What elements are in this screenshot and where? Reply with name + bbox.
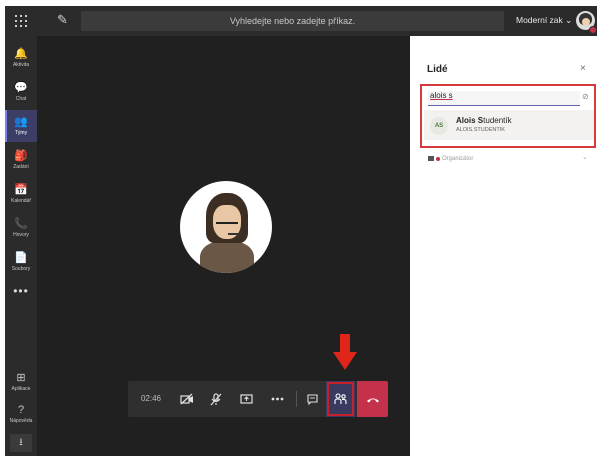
people-search-box: alois s ⊘ AS Alois Studentík ALOIS.STUDE… xyxy=(420,84,596,148)
bell-icon: 🔔 xyxy=(14,48,28,60)
mic-off-icon xyxy=(210,392,221,406)
call-timer: 02:46 xyxy=(140,394,162,403)
download-icon[interactable]: ⭳ xyxy=(10,434,32,452)
backpack-icon: 🎒 xyxy=(14,150,28,162)
suggestion-avatar: AS xyxy=(430,117,448,135)
chevron-down-icon: ⌄ xyxy=(565,15,573,25)
rail-item-teams[interactable]: 👥 Týmy xyxy=(5,110,37,142)
hang-up-icon xyxy=(366,398,379,403)
people-panel: Lidé × alois s ⊘ AS Alois Studentík ALOI… xyxy=(410,36,597,456)
call-controls-bar: 02:46 xyxy=(128,381,388,417)
suggestion-item[interactable]: AS Alois Studentík ALOIS.STUDENTIK xyxy=(424,110,594,140)
app-rail: 🔔 Aktivita 💬 Chat 👥 Týmy 🎒 Zadání 📅 Kale… xyxy=(5,36,37,456)
camera-off-icon xyxy=(179,393,193,405)
teams-window: ✎ Vyhledejte nebo zadejte příkaz. Modern… xyxy=(5,6,597,456)
teams-icon: 👥 xyxy=(14,116,28,128)
presence-dot-icon xyxy=(436,156,440,161)
suggestion-login: ALOIS.STUDENTIK xyxy=(456,127,505,133)
rail-item-assignments[interactable]: 🎒 Zadání xyxy=(5,144,37,176)
rail-item-label: Chat xyxy=(15,96,27,102)
suggestion-name: Alois Studentík xyxy=(456,116,512,125)
participant-avatar xyxy=(180,181,272,273)
calendar-icon: 📅 xyxy=(14,184,28,196)
share-screen-button[interactable] xyxy=(232,381,261,417)
more-actions-button[interactable] xyxy=(263,381,292,417)
presence-status-icon xyxy=(589,26,597,34)
panel-title: Lidé xyxy=(427,64,448,75)
rail-item-calendar[interactable]: 📅 Kalendář xyxy=(5,178,37,210)
chat-bubble-icon xyxy=(307,394,318,405)
hang-up-button[interactable] xyxy=(357,381,388,417)
rail-item-help[interactable]: ? Nápověda xyxy=(5,398,37,430)
rail-item-label: Kalendář xyxy=(10,198,31,204)
avatar xyxy=(428,156,434,161)
more-apps-button[interactable]: ••• xyxy=(5,284,37,298)
apps-grid-icon[interactable] xyxy=(15,15,27,27)
rail-item-label: Aktivita xyxy=(12,62,30,68)
share-invite-icon[interactable]: ⊘ xyxy=(582,92,589,101)
rail-item-label: Soubory xyxy=(11,266,31,272)
conversation-button[interactable] xyxy=(298,381,327,417)
rail-item-chat[interactable]: 💬 Chat xyxy=(5,76,37,108)
mute-button[interactable] xyxy=(201,381,230,417)
phone-icon: 📞 xyxy=(14,218,28,230)
people-icon xyxy=(334,393,347,405)
rail-item-activity[interactable]: 🔔 Aktivita xyxy=(5,42,37,74)
apps-icon: ⊞ xyxy=(16,372,26,384)
rail-item-label: Zadání xyxy=(13,164,29,170)
call-stage: 02:46 xyxy=(37,36,410,456)
org-name: Moderní zak xyxy=(516,15,563,25)
rail-item-label: Týmy xyxy=(14,130,28,136)
top-bar: ✎ Vyhledejte nebo zadejte příkaz. Modern… xyxy=(5,6,597,36)
help-icon: ? xyxy=(17,404,25,416)
command-search-box[interactable]: Vyhledejte nebo zadejte příkaz. xyxy=(81,11,504,31)
more-dots-icon xyxy=(271,397,284,401)
rail-item-apps[interactable]: ⊞ Aplikace xyxy=(5,366,37,398)
rail-item-calls[interactable]: 📞 Hovory xyxy=(5,212,37,244)
rail-item-label: Nápověda xyxy=(9,418,33,424)
camera-off-button[interactable] xyxy=(172,381,201,417)
screenshot-frame: ✎ Vyhledejte nebo zadejte příkaz. Modern… xyxy=(0,0,597,456)
chevron-down-icon[interactable]: ⌄ xyxy=(582,153,588,161)
people-search-input[interactable]: alois s xyxy=(428,91,580,106)
org-switcher[interactable]: Moderní zak ⌄ xyxy=(516,15,572,26)
rail-item-files[interactable]: 📄 Soubory xyxy=(5,246,37,278)
show-participants-button[interactable] xyxy=(326,381,355,417)
chat-icon: 💬 xyxy=(14,82,28,94)
share-screen-icon xyxy=(240,393,253,404)
rail-item-label: Aplikace xyxy=(11,386,31,392)
close-icon[interactable]: × xyxy=(580,63,586,74)
compose-icon[interactable]: ✎ xyxy=(57,12,68,28)
organizer-row: Organizátor xyxy=(428,156,473,162)
divider xyxy=(296,391,297,407)
rail-item-label: Hovory xyxy=(13,232,29,238)
red-arrow-annotation xyxy=(333,334,357,370)
organizer-label: Organizátor xyxy=(442,156,474,163)
file-icon: 📄 xyxy=(14,252,28,264)
